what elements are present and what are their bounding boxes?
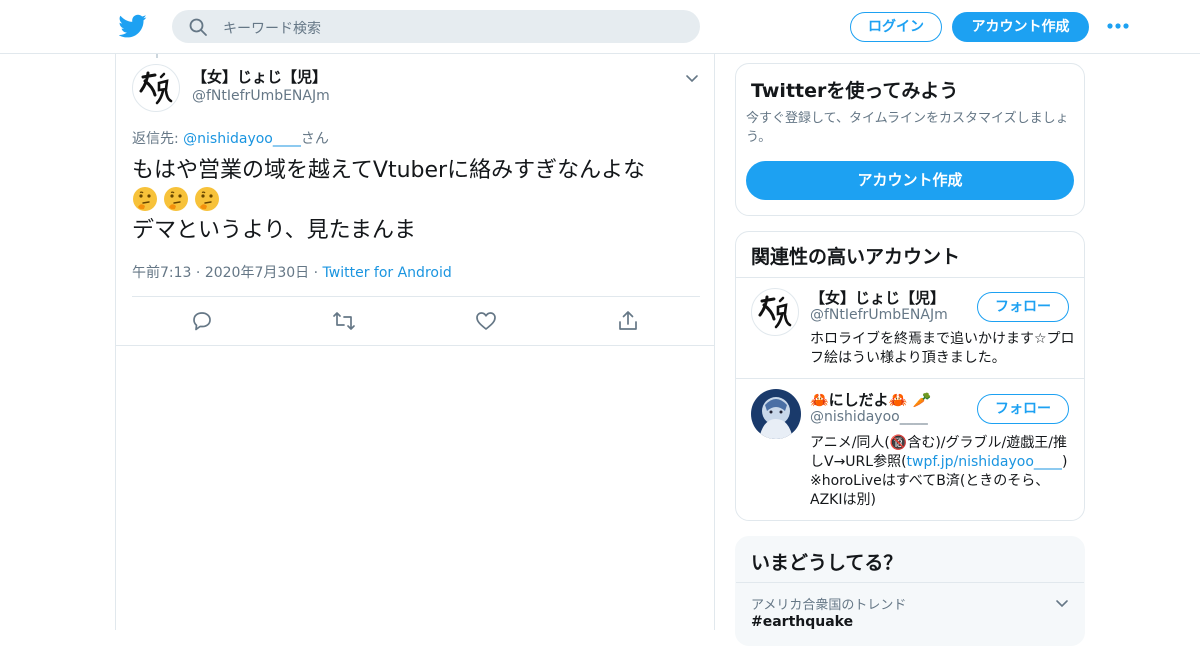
thread-connector: [156, 54, 158, 58]
more-options-icon[interactable]: [1106, 16, 1130, 36]
signup-card-title: Twitterを使ってみよう: [751, 80, 959, 102]
related-account-name[interactable]: 🦀にしだよ🦀 🥕: [810, 389, 931, 410]
reply-icon[interactable]: [190, 309, 214, 333]
chevron-down-icon[interactable]: [684, 70, 700, 86]
divider: [116, 345, 714, 346]
thinking-face-emoji: [164, 187, 188, 211]
tweet-column: 【女】じょじ【児】 @fNtIefrUmbENAJm 返信先: @nishida…: [115, 54, 715, 630]
reply-prefix: 返信先:: [132, 131, 184, 147]
share-icon[interactable]: [616, 309, 640, 333]
tweet-metadata: 午前7:13 · 2020年7月30日 · Twitter for Androi…: [132, 262, 452, 282]
search-icon: [189, 18, 207, 36]
related-account-handle[interactable]: @fNtIefrUmbENAJm: [810, 307, 948, 323]
trend-item[interactable]: #earthquake: [751, 614, 853, 630]
related-account-bio: アニメ/同人(🔞含む)/グラブル/遊戯王/推しV→URL参照(twpf.jp/n…: [810, 434, 1076, 510]
bio-link[interactable]: twpf.jp/nishidayoo____: [907, 454, 1062, 470]
calligraphy-avatar-icon: [139, 71, 173, 105]
tweet-actions: [116, 297, 714, 345]
trends-title: いまどうしてる？: [751, 552, 903, 574]
login-button[interactable]: ログイン: [850, 12, 942, 42]
thinking-face-emoji: [133, 187, 157, 211]
search-placeholder[interactable]: キーワード検索: [223, 18, 321, 38]
reply-mention-link[interactable]: @nishidayoo____: [183, 131, 301, 147]
reply-suffix: さん: [300, 131, 329, 147]
meta-separator: ·: [195, 265, 205, 281]
anime-avatar-image: [751, 389, 801, 439]
meta-separator: ·: [313, 265, 323, 281]
tweet-date[interactable]: 2020年7月30日: [205, 265, 309, 281]
author-avatar[interactable]: [132, 64, 180, 112]
chevron-down-icon[interactable]: [1054, 595, 1070, 611]
divider: [736, 378, 1084, 379]
signup-button[interactable]: アカウント作成: [952, 12, 1089, 42]
divider: [736, 277, 1084, 278]
search-box[interactable]: キーワード検索: [172, 10, 700, 43]
related-account-handle[interactable]: @nishidayoo____: [810, 409, 928, 425]
author-name[interactable]: 【女】じょじ【児】: [192, 66, 327, 87]
top-navigation-bar: キーワード検索 ログイン アカウント作成: [0, 0, 1200, 54]
calligraphy-avatar-icon: [758, 295, 792, 329]
tweet-emoji-row: [132, 186, 702, 216]
tweet-text-line3: デマというより、見たまんま: [132, 218, 417, 243]
related-account-name[interactable]: 【女】じょじ【児】: [810, 287, 945, 308]
related-account-bio: ホロライブを終焉まで追いかけます☆プロフ絵はうい様より頂きました。: [810, 331, 1075, 366]
like-heart-icon[interactable]: [474, 309, 498, 333]
tweet-time[interactable]: 午前7:13: [132, 265, 191, 281]
author-handle[interactable]: @fNtIefrUmbENAJm: [192, 88, 330, 104]
reply-to-line: 返信先: @nishidayoo____さん: [132, 128, 329, 148]
follow-button[interactable]: フォロー: [977, 394, 1069, 424]
thinking-face-emoji: [195, 187, 219, 211]
retweet-icon[interactable]: [332, 309, 356, 333]
related-account-avatar[interactable]: [751, 288, 799, 336]
twitter-bird-logo-icon[interactable]: [119, 12, 147, 40]
signup-card: Twitterを使ってみよう 今すぐ登録して、タイムラインをカスタマイズしましょ…: [735, 63, 1085, 216]
signup-card-button[interactable]: アカウント作成: [746, 161, 1074, 200]
tweet-text-line1: もはや営業の域を越えてVtuberに絡みすぎなんよな: [132, 158, 646, 183]
follow-button[interactable]: フォロー: [977, 292, 1069, 322]
related-accounts-card: 関連性の高いアカウント 【女】じょじ【児】 @fNtIefrUmbENAJm フ…: [735, 231, 1085, 521]
tweet-text: もはや営業の域を越えてVtuberに絡みすぎなんよな デマというより、見たまんま: [132, 156, 702, 246]
divider: [736, 582, 1084, 583]
signup-card-description: 今すぐ登録して、タイムラインをカスタマイズしましょう。: [746, 111, 1069, 145]
trend-location: アメリカ合衆国のトレンド: [751, 598, 907, 613]
related-account-avatar[interactable]: [751, 389, 801, 439]
tweet-source-link[interactable]: Twitter for Android: [323, 265, 452, 281]
related-accounts-title: 関連性の高いアカウント: [751, 246, 961, 268]
